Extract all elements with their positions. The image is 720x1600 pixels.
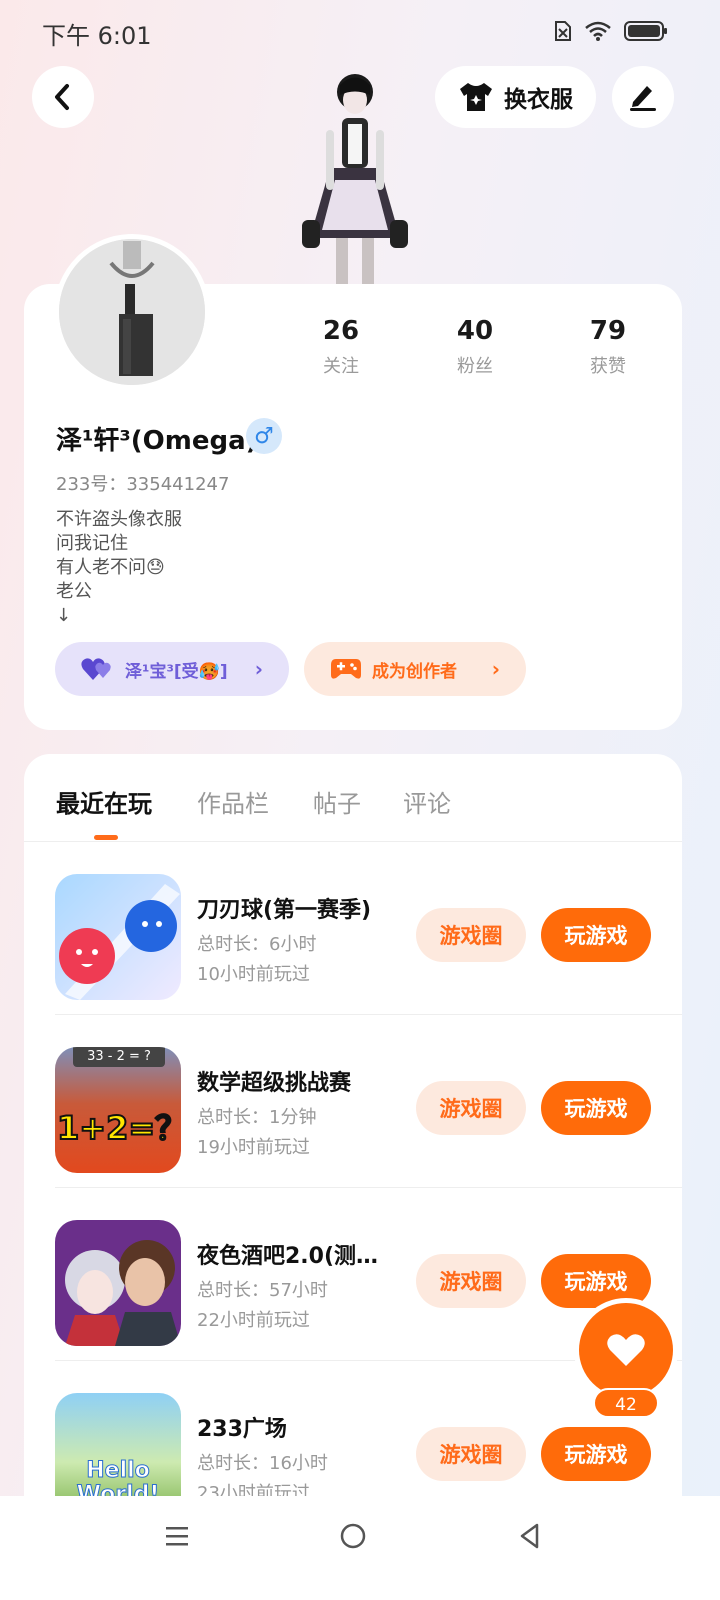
chevron-left-icon [55, 84, 69, 110]
stat-likes[interactable]: 79 获赞 [563, 316, 653, 378]
tab-works[interactable]: 作品栏 [197, 784, 269, 819]
game-circle-button[interactable]: 游戏圈 [416, 1081, 526, 1135]
game-row[interactable]: 刀刃球(第一赛季) 总时长：6小时 10小时前玩过 游戏圈 玩游戏 [55, 842, 682, 1015]
user-id[interactable]: 233号：335441247 [56, 470, 229, 496]
stat-followers-label: 粉丝 [457, 356, 493, 377]
play-game-button[interactable]: 玩游戏 [541, 1254, 651, 1308]
avatar[interactable] [54, 234, 210, 390]
game-title: 夜色酒吧2.0(测… [197, 1244, 379, 1269]
status-time: 下午 6:01 [42, 22, 152, 50]
male-icon: ♂ [246, 418, 282, 454]
game-duration: 总时长：57小时 [197, 1280, 328, 1301]
like-button[interactable] [579, 1303, 673, 1397]
game-row[interactable]: 33 - 2 = ? 1+2=？ 数学超级挑战赛 总时长：1分钟 19小时前玩过… [55, 1015, 682, 1188]
wifi-icon [585, 21, 611, 41]
game-circle-button[interactable]: 游戏圈 [416, 1254, 526, 1308]
menu-button[interactable] [147, 1516, 207, 1556]
game-circle-button[interactable]: 游戏圈 [416, 1427, 526, 1481]
stat-following[interactable]: 26 关注 [296, 316, 386, 378]
game-thumbnail: 33 - 2 = ? 1+2=？ [55, 1047, 181, 1173]
nav-back-button[interactable] [500, 1516, 560, 1556]
stat-following-value: 26 [322, 316, 360, 346]
stat-likes-label: 获赞 [590, 356, 626, 377]
bio-line: 有人老不问😓 [56, 557, 165, 578]
game-duration: 总时长：6小时 [197, 934, 317, 955]
game-last-played: 19小时前玩过 [197, 1137, 310, 1158]
status-bar: 下午 6:01 [0, 0, 720, 62]
tab-recently-played[interactable]: 最近在玩 [56, 784, 152, 819]
chevron-right-icon: › [491, 657, 500, 681]
edit-profile-button[interactable] [612, 66, 674, 128]
tab-indicator [94, 835, 118, 840]
home-button[interactable] [323, 1516, 383, 1556]
bio-line: 问我记住 [56, 533, 128, 554]
play-game-button[interactable]: 玩游戏 [541, 908, 651, 962]
stat-followers-value: 40 [456, 316, 494, 346]
game-last-played: 22小时前玩过 [197, 1310, 310, 1331]
partner-pill[interactable]: 泽¹宝³[受🥵] › [55, 642, 289, 696]
stat-likes-value: 79 [589, 316, 627, 346]
battery-icon [624, 21, 667, 41]
game-title: 233广场 [197, 1417, 287, 1442]
game-title: 数学超级挑战赛 [197, 1071, 352, 1096]
back-button[interactable] [32, 66, 94, 128]
double-heart-icon [81, 658, 111, 680]
gamepad-icon [331, 659, 361, 679]
thumb-equation-main: 1+2=？ [56, 1108, 181, 1148]
game-last-played: 10小时前玩过 [197, 964, 310, 985]
system-nav-bar [0, 1496, 720, 1600]
become-creator-pill[interactable]: 成为创作者 › [304, 642, 526, 696]
change-outfit-label: 换衣服 [504, 87, 573, 113]
chevron-right-icon: › [254, 657, 263, 681]
bio-line: ↓ [56, 605, 72, 626]
home-circle-icon [340, 1523, 366, 1549]
partner-pill-label: 泽¹宝³[受🥵] [125, 661, 228, 682]
bio: 不许盗头像衣服 问我记住 有人老不问😓 老公 ↓ [56, 508, 182, 628]
play-game-button[interactable]: 玩游戏 [541, 1427, 651, 1481]
game-title: 刀刃球(第一赛季) [197, 898, 372, 923]
game-thumbnail [55, 874, 181, 1000]
tshirt-icon [460, 83, 492, 111]
thumb-equation-top: 33 - 2 = ? [73, 1047, 165, 1067]
avatar-figure[interactable] [290, 70, 420, 285]
avatar-image [59, 239, 205, 385]
no-sim-icon [555, 21, 571, 41]
stat-followers[interactable]: 40 粉丝 [430, 316, 520, 378]
bio-line: 不许盗头像衣服 [56, 509, 182, 530]
game-thumbnail [55, 1220, 181, 1346]
game-circle-button[interactable]: 游戏圈 [416, 908, 526, 962]
tab-posts[interactable]: 帖子 [313, 784, 361, 819]
like-count: 42 [593, 1388, 659, 1418]
game-duration: 总时长：1分钟 [197, 1107, 317, 1128]
play-game-button[interactable]: 玩游戏 [541, 1081, 651, 1135]
stat-following-label: 关注 [323, 356, 359, 377]
triangle-back-icon [520, 1523, 539, 1549]
game-duration: 总时长：16小时 [197, 1453, 328, 1474]
menu-icon [166, 1527, 188, 1546]
username: 泽¹轩³(Omega) [56, 426, 258, 456]
tab-comments[interactable]: 评论 [403, 784, 451, 819]
status-icons [554, 20, 668, 42]
change-outfit-button[interactable]: 换衣服 [435, 66, 596, 128]
bio-line: 老公 [56, 581, 92, 602]
heart-icon [607, 1334, 645, 1366]
become-creator-label: 成为创作者 [372, 661, 457, 682]
pen-icon [630, 86, 656, 111]
